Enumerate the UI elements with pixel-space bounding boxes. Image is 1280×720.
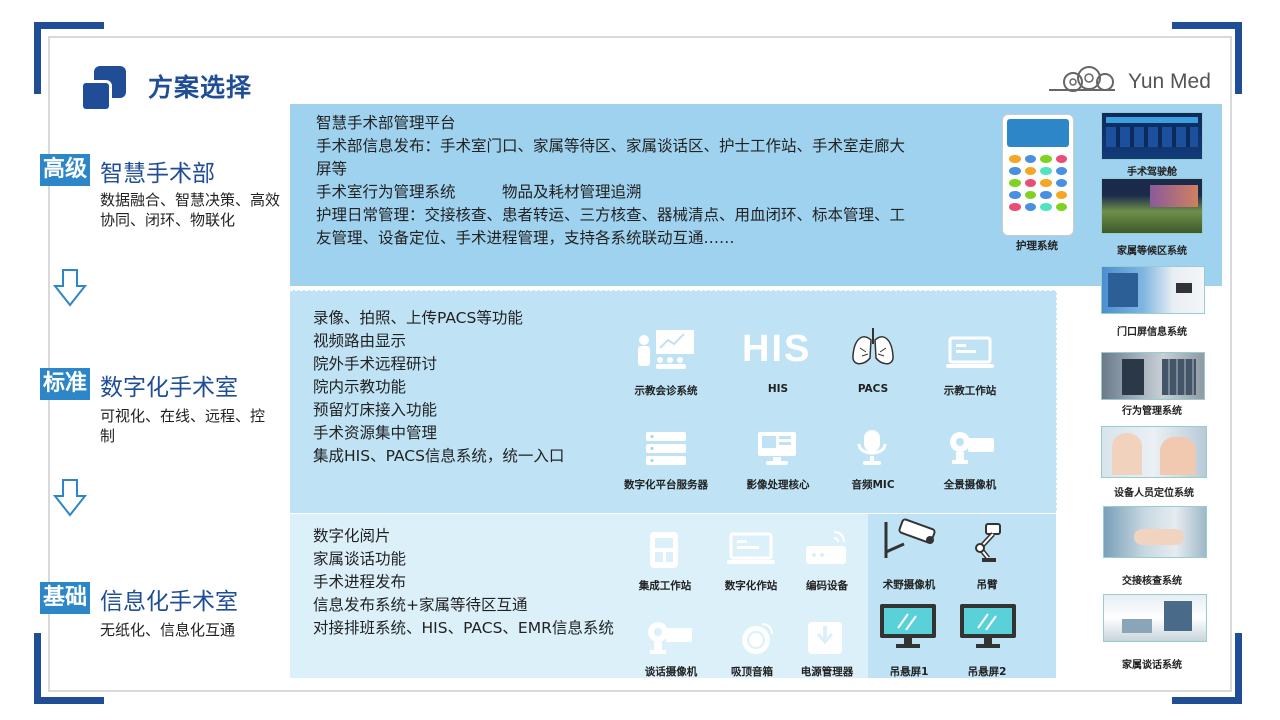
icon-label: 集成工作站	[638, 580, 692, 592]
level-desc: 数据融合、智慧决策、高效协同、闭环、物联化	[100, 191, 281, 229]
system-label: 家属等候区系统	[1117, 246, 1187, 257]
system-label: 门口屏信息系统	[1117, 327, 1187, 338]
system-label: 手术驾驶舱	[1127, 167, 1177, 178]
talk-camera-icon	[648, 622, 692, 654]
text-line: 智慧手术部管理平台	[316, 114, 456, 132]
teaching-consult-icon	[638, 330, 694, 369]
arrow-down-icon	[52, 479, 88, 517]
level-desc: 无纸化、信息化互通	[100, 621, 236, 639]
frame-corner-tr	[1235, 22, 1242, 94]
server-icon	[646, 432, 686, 465]
system-label: 行为管理系统	[1122, 406, 1182, 417]
frame-corner-bl	[34, 633, 41, 704]
system-label: 设备人员定位系统	[1114, 488, 1194, 499]
his-icon: HIS	[742, 328, 812, 370]
icon-label: 影像处理核心	[746, 479, 810, 491]
digital-workstation-icon	[727, 532, 775, 564]
title-icon	[80, 66, 128, 114]
icon-label: 吊臂	[976, 579, 998, 591]
text-line: 院外手术远程研讨	[313, 355, 438, 373]
level-title: 数字化手术室	[100, 375, 238, 401]
icon-label: 示教工作站	[943, 385, 997, 397]
teaching-workstation-icon	[946, 336, 994, 368]
text-line: 信息发布系统+家属等待区互通	[313, 596, 528, 614]
text-line: 友管理、设备定位、手术进程管理，支持各系统联动互通……	[316, 229, 735, 247]
text-line: 录像、拍照、上传PACS等功能	[313, 309, 523, 327]
family-talk-room-photo	[1103, 594, 1207, 642]
arrow-down-icon	[52, 269, 88, 307]
handover-check-photo	[1103, 506, 1207, 558]
panorama-camera-icon	[950, 432, 994, 464]
microphone-icon	[857, 430, 887, 465]
icon-label: 编码设备	[806, 580, 848, 592]
integrated-workstation-icon	[650, 532, 678, 568]
frame-corner-br	[1235, 633, 1242, 704]
image-core-icon	[758, 432, 796, 465]
level-desc: 可视化、在线、远程、控制	[100, 407, 266, 445]
field-camera-icon	[884, 518, 936, 558]
level-tag: 高级	[40, 154, 91, 186]
pacs-icon	[852, 328, 894, 365]
text-line: 院内示教功能	[313, 378, 407, 396]
phone-label: 护理系统	[1016, 240, 1058, 252]
panel-top-text: 智慧手术部管理平台 手术部信息发布：手术室门口、家属等待区、家属谈话区、护士工作…	[316, 112, 936, 250]
icon-label: 吊悬屏2	[967, 666, 1007, 678]
icon-label: 术野摄像机	[882, 579, 936, 591]
text-line: 家属谈话功能	[313, 550, 407, 568]
hanging-screen-icon	[880, 604, 936, 648]
waiting-area-photo	[1101, 178, 1203, 234]
icon-label: HIS	[767, 383, 789, 395]
text-line: 集成HIS、PACS信息系统，统一入口	[313, 447, 565, 465]
page-title: 方案选择	[148, 73, 253, 102]
panel-bot-text: 数字化阅片 家属谈话功能 手术进程发布 信息发布系统+家属等待区互通 对接排班系…	[313, 525, 633, 640]
icon-label: 吊悬屏1	[889, 666, 929, 678]
text-line: 预留灯床接入功能	[313, 401, 438, 419]
icon-label: PACS	[857, 383, 889, 395]
text-line: 手术部信息发布：手术室门口、家属等待区、家属谈话区、护士工作站、手术室走廊大	[316, 137, 906, 155]
icon-label: 电源管理器	[800, 666, 854, 678]
cloud-logo-icon	[1049, 66, 1115, 92]
level-title: 信息化手术室	[100, 589, 238, 615]
text-line: 对接排班系统、HIS、PACS、EMR信息系统	[313, 619, 614, 637]
nursing-app-screenshot	[1002, 114, 1074, 236]
icon-label: 全景摄像机	[943, 479, 997, 491]
boom-arm-icon	[975, 523, 1001, 562]
text-line: 视频路由显示	[313, 332, 407, 350]
level-tag: 基础	[40, 582, 91, 614]
ceiling-speaker-icon	[742, 623, 773, 654]
door-screen-photo	[1101, 266, 1205, 314]
logo-text: Yun Med	[1128, 70, 1211, 93]
system-label: 交接核查系统	[1122, 576, 1182, 587]
system-label: 家属谈话系统	[1122, 660, 1182, 671]
frame-corner-br	[1172, 697, 1242, 704]
text-line: 手术资源集中管理	[313, 424, 438, 442]
cockpit-dashboard-photo	[1101, 112, 1203, 160]
level-title: 智慧手术部	[100, 161, 215, 187]
icon-label: 音频MIC	[851, 479, 895, 491]
frame-corner-tl	[34, 22, 41, 94]
icon-label: 数字化平台服务器	[624, 479, 708, 491]
icon-label: 谈话摄像机	[644, 666, 698, 678]
frame-corner-tl	[34, 22, 104, 29]
power-manager-icon	[808, 622, 842, 654]
level-tag: 标准	[40, 368, 91, 400]
hanging-screen-icon	[960, 604, 1016, 648]
encoder-icon	[806, 531, 846, 564]
icon-label: 示教会诊系统	[634, 385, 698, 397]
frame-corner-tr	[1172, 22, 1242, 29]
frame-corner-bl	[34, 697, 104, 704]
behavior-management-photo	[1101, 352, 1205, 400]
text-line: 屏等	[316, 160, 348, 178]
panel-mid-text: 录像、拍照、上传PACS等功能 视频路由显示 院外手术远程研讨 院内示教功能 预…	[313, 307, 613, 468]
positioning-photo	[1101, 426, 1207, 478]
text-line: 手术进程发布	[313, 573, 407, 591]
text-line: 数字化阅片	[313, 527, 391, 545]
text-line: 护理日常管理：交接核查、患者转运、三方核查、器械清点、用血闭环、标本管理、工	[316, 206, 906, 224]
text-line: 手术室行为管理系统 物品及耗材管理追溯	[316, 183, 642, 201]
